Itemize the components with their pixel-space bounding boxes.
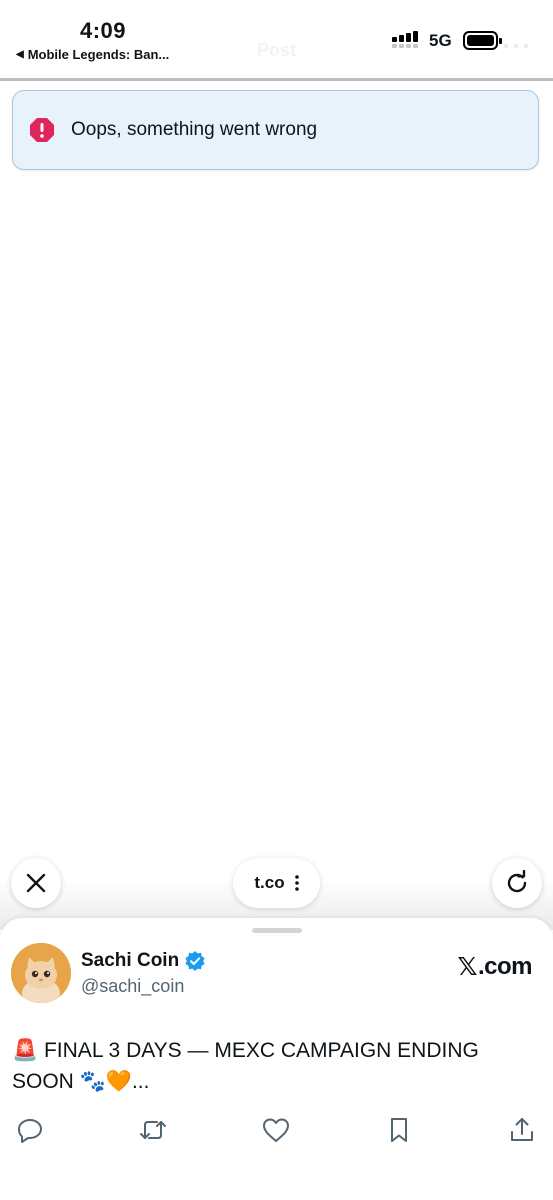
user-handle[interactable]: @sachi_coin <box>81 976 184 997</box>
repost-icon <box>140 1121 166 1139</box>
link-preview-sheet: Sachi Coin @sachi_coin 𝕏 .com 🚨 FINAL 3 … <box>0 918 553 1200</box>
site-brand: 𝕏 .com <box>457 952 532 981</box>
header-divider <box>0 78 553 81</box>
display-name-label: Sachi Coin <box>81 950 180 971</box>
avatar[interactable] <box>11 943 71 1003</box>
x-logo-icon: 𝕏 <box>457 952 477 981</box>
error-octagon-icon <box>30 118 54 142</box>
reply-icon <box>18 1119 42 1143</box>
share-icon <box>511 1118 533 1141</box>
display-name[interactable]: Sachi Coin <box>81 950 205 972</box>
battery-icon <box>463 31 502 50</box>
post-actions <box>0 1114 553 1146</box>
like-button[interactable] <box>260 1114 292 1146</box>
reply-button[interactable] <box>14 1114 46 1146</box>
error-toast: Oops, something went wrong <box>12 90 539 170</box>
share-button[interactable] <box>506 1114 538 1146</box>
bookmark-icon <box>391 1118 407 1142</box>
close-button[interactable] <box>11 858 61 908</box>
status-bar: 4:09 ◀ Mobile Legends: Ban... Post • • •… <box>0 0 553 78</box>
reload-button[interactable] <box>492 858 542 908</box>
signal-icon <box>392 31 418 48</box>
like-icon <box>263 1118 289 1142</box>
cat-avatar-image <box>11 943 71 1003</box>
more-icon: • • • <box>503 38 529 55</box>
reload-icon <box>507 870 527 893</box>
brand-domain: .com <box>477 952 533 980</box>
network-type: 5G <box>429 31 452 50</box>
close-icon <box>26 873 46 893</box>
bookmark-button[interactable] <box>383 1114 415 1146</box>
url-label: t.co <box>254 873 285 892</box>
repost-button[interactable] <box>137 1114 169 1146</box>
verified-badge-icon <box>185 951 205 971</box>
sheet-grabber[interactable] <box>252 928 302 933</box>
menu-dots-icon[interactable] <box>294 875 299 891</box>
url-pill[interactable]: t.co <box>233 858 320 908</box>
post-text[interactable]: 🚨 FINAL 3 DAYS — MEXC CAMPAIGN ENDING SO… <box>12 1035 532 1097</box>
error-message: Oops, something went wrong <box>71 119 318 140</box>
